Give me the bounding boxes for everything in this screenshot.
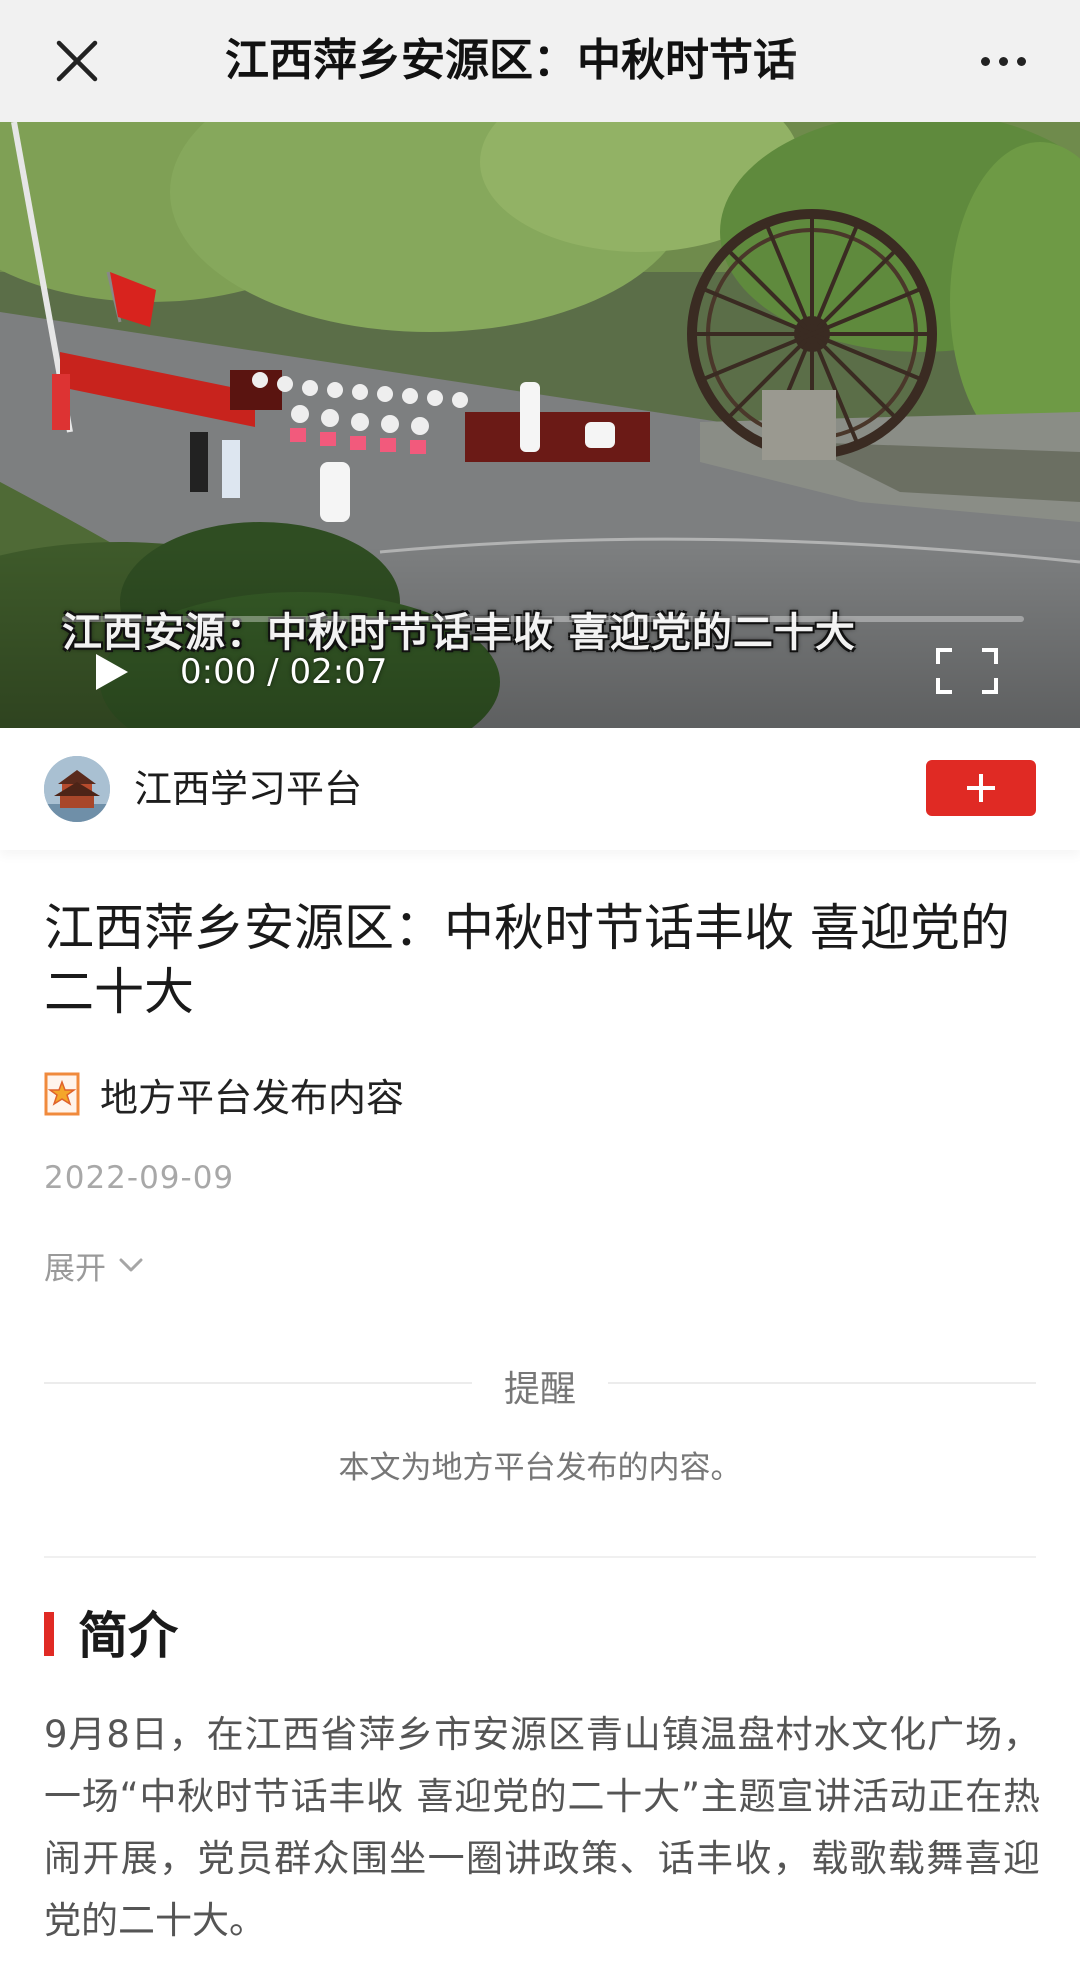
expand-toggle[interactable]: 展开: [44, 1242, 144, 1288]
notice-text: 本文为地方平台发布的内容。: [338, 1450, 742, 1486]
video-time: 0:00 / 02:07: [180, 650, 387, 694]
intro-accent-bar: [44, 1612, 54, 1656]
top-nav-bar: 江西萍乡安源区：中秋时节话: [0, 0, 1080, 122]
duration: 02:07: [289, 652, 388, 692]
more-icon: [980, 56, 990, 66]
plus-icon: [967, 774, 995, 802]
chevron-down-icon: [119, 1258, 143, 1272]
video-progress-bar[interactable]: [62, 616, 1024, 622]
close-icon: [56, 40, 98, 82]
notice-title: 提醒: [503, 1369, 576, 1410]
section-divider: [44, 1556, 1036, 1558]
close-button[interactable]: [46, 30, 108, 92]
fullscreen-button[interactable]: [936, 648, 998, 694]
article-title: 江西萍乡安源区：中秋时节话丰收 喜迎党的二十大: [44, 899, 1010, 1021]
play-button[interactable]: [90, 650, 134, 694]
account-name[interactable]: 江西学习平台: [134, 756, 362, 822]
current-time: 0:00: [180, 652, 257, 692]
play-icon: [96, 654, 128, 690]
expand-label: 展开: [44, 1250, 106, 1287]
intro-heading: 简介: [78, 1607, 178, 1665]
follow-button[interactable]: [926, 760, 1036, 816]
video-player[interactable]: 江西安源：中秋时节话丰收 喜迎党的二十大 0:00 / 02:07: [0, 122, 1080, 728]
nav-title-text: 江西萍乡安源区：中秋时节话: [225, 35, 797, 86]
intro-body: 9月8日，在江西省萍乡市安源区青山镇温盘村水文化广场，一场“中秋时节话丰收 喜迎…: [44, 1713, 1040, 1942]
account-logo-icon: [44, 756, 110, 822]
source-label: 地方平台发布内容: [100, 1075, 405, 1120]
more-icon-dot: [998, 56, 1008, 66]
more-button[interactable]: [968, 30, 1038, 92]
notice-divider-right: [608, 1382, 1036, 1384]
nav-title: 江西萍乡安源区：中秋时节话: [225, 30, 865, 92]
more-icon-dot: [1016, 56, 1026, 66]
time-separator: /: [267, 652, 279, 692]
nav-title-fade: [785, 30, 865, 92]
source-row: 地方平台发布内容: [44, 1066, 404, 1122]
account-row: 江西学习平台: [0, 728, 1080, 850]
fullscreen-icon: [936, 648, 998, 694]
avatar[interactable]: [44, 756, 110, 822]
publish-date: 2022-09-09: [44, 1160, 235, 1196]
star-bookmark-icon: [44, 1072, 80, 1116]
notice-divider-left: [44, 1382, 472, 1384]
